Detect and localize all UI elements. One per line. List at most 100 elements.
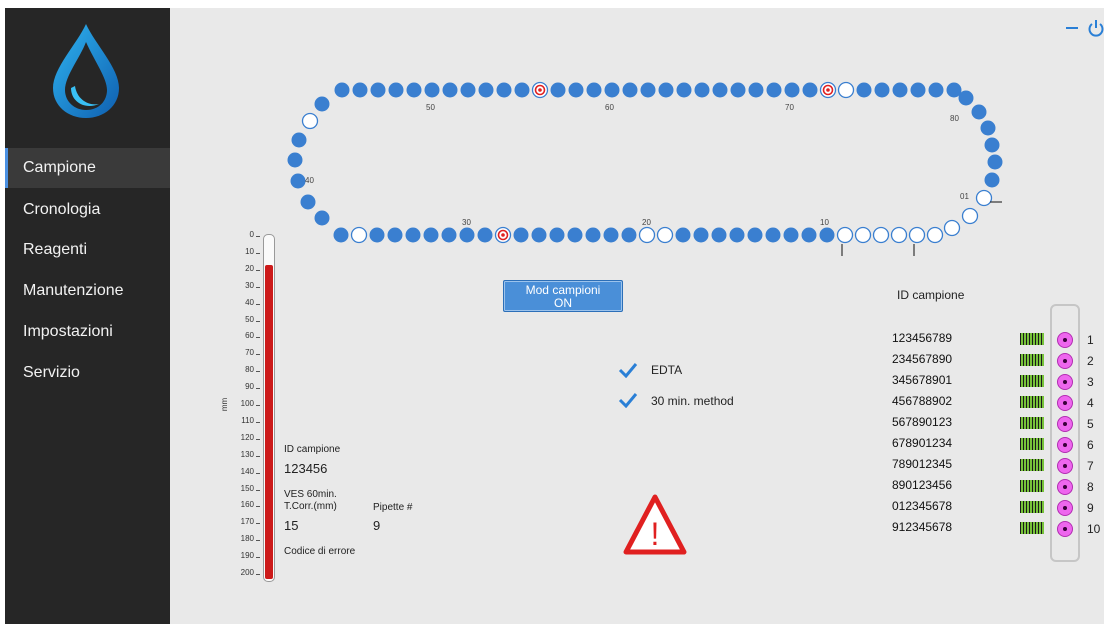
carousel-slot[interactable]: [747, 227, 763, 243]
carousel-slot[interactable]: [442, 82, 458, 98]
carousel-slot[interactable]: [872, 226, 890, 244]
carousel-slot[interactable]: [496, 82, 512, 98]
carousel-slot[interactable]: [801, 227, 817, 243]
carousel-slot[interactable]: [291, 132, 307, 148]
carousel-slot[interactable]: [350, 226, 368, 244]
sidebar-item-cronologia[interactable]: Cronologia: [5, 190, 170, 230]
carousel-slot[interactable]: [585, 227, 601, 243]
carousel-slot[interactable]: [513, 227, 529, 243]
carousel-slot[interactable]: [748, 82, 764, 98]
carousel-slot[interactable]: [314, 210, 330, 226]
carousel-slot[interactable]: [765, 227, 781, 243]
carousel-slot[interactable]: [802, 82, 818, 98]
rack-slot[interactable]: [1057, 458, 1073, 474]
sidebar-item-servizio[interactable]: Servizio: [5, 353, 170, 393]
carousel-slot[interactable]: [604, 82, 620, 98]
carousel-slot[interactable]: [676, 82, 692, 98]
carousel-slot[interactable]: [961, 207, 979, 225]
carousel-slot[interactable]: [423, 227, 439, 243]
carousel-slot[interactable]: [694, 82, 710, 98]
carousel-slot[interactable]: [603, 227, 619, 243]
carousel-slot[interactable]: [478, 82, 494, 98]
carousel-slot[interactable]: [874, 82, 890, 98]
carousel-slot[interactable]: [369, 227, 385, 243]
carousel-slot[interactable]: [640, 82, 656, 98]
sidebar-item-reagenti[interactable]: Reagenti: [5, 230, 170, 270]
rack-slot[interactable]: [1057, 521, 1073, 537]
carousel-slot[interactable]: [856, 82, 872, 98]
carousel-slot[interactable]: [531, 227, 547, 243]
carousel-slot[interactable]: [514, 82, 530, 98]
carousel-slot[interactable]: [459, 227, 475, 243]
carousel-slot[interactable]: [406, 82, 422, 98]
carousel-slot[interactable]: [908, 226, 926, 244]
carousel-slot[interactable]: [567, 227, 583, 243]
rack-slot[interactable]: [1057, 374, 1073, 390]
carousel-slot[interactable]: [836, 226, 854, 244]
carousel-slot[interactable]: [405, 227, 421, 243]
carousel-slot[interactable]: [621, 227, 637, 243]
carousel-slot[interactable]: [656, 226, 674, 244]
rack-slot[interactable]: [1057, 416, 1073, 432]
carousel-slot[interactable]: [837, 81, 855, 99]
carousel-slot[interactable]: [975, 189, 993, 207]
carousel-slot[interactable]: [693, 227, 709, 243]
carousel-slot[interactable]: [987, 154, 1003, 170]
carousel-slot[interactable]: [549, 227, 565, 243]
carousel-slot[interactable]: [352, 82, 368, 98]
carousel-slot[interactable]: [290, 173, 306, 189]
carousel-slot[interactable]: [980, 120, 996, 136]
carousel-slot[interactable]: [971, 104, 987, 120]
carousel-slot[interactable]: [675, 227, 691, 243]
rack-slot[interactable]: [1057, 437, 1073, 453]
carousel-slot[interactable]: [586, 82, 602, 98]
carousel-slot[interactable]: [333, 227, 349, 243]
carousel-slot[interactable]: [334, 82, 350, 98]
rack-slot[interactable]: [1057, 500, 1073, 516]
carousel-slot[interactable]: [928, 82, 944, 98]
sidebar-item-impostazioni[interactable]: Impostazioni: [5, 312, 170, 352]
carousel-slot[interactable]: [712, 82, 728, 98]
carousel-slot[interactable]: [729, 227, 745, 243]
carousel-slot[interactable]: [638, 226, 656, 244]
carousel-slot[interactable]: [568, 82, 584, 98]
carousel-slot[interactable]: [784, 82, 800, 98]
carousel-slot[interactable]: [926, 226, 944, 244]
carousel-slot[interactable]: [388, 82, 404, 98]
carousel-slot[interactable]: [424, 82, 440, 98]
rack-slot[interactable]: [1057, 479, 1073, 495]
carousel-slot[interactable]: [387, 227, 403, 243]
carousel-slot[interactable]: [943, 219, 961, 237]
rack-slot[interactable]: [1057, 395, 1073, 411]
carousel-slot[interactable]: [622, 82, 638, 98]
carousel-slot[interactable]: [892, 82, 908, 98]
carousel-slot[interactable]: [460, 82, 476, 98]
carousel-slot[interactable]: [370, 82, 386, 98]
carousel-slot[interactable]: [910, 82, 926, 98]
carousel-slot[interactable]: [441, 227, 457, 243]
carousel-slot[interactable]: [301, 112, 319, 130]
carousel-slot[interactable]: [711, 227, 727, 243]
carousel-slot[interactable]: [658, 82, 674, 98]
carousel-slot[interactable]: [766, 82, 782, 98]
carousel-slot[interactable]: [477, 227, 493, 243]
carousel-slot[interactable]: [854, 226, 872, 244]
sidebar-item-manutenzione[interactable]: Manutenzione: [5, 271, 170, 311]
rack-slot[interactable]: [1057, 332, 1073, 348]
carousel-slot[interactable]: [984, 137, 1000, 153]
sample-mode-button[interactable]: Mod campioni ON: [503, 280, 623, 312]
checkmark-icon[interactable]: [618, 392, 638, 408]
checkmark-icon[interactable]: [618, 362, 638, 378]
carousel-slot[interactable]: [287, 152, 303, 168]
carousel-slot[interactable]: [314, 96, 330, 112]
carousel-slot[interactable]: [783, 227, 799, 243]
rack-slot[interactable]: [1057, 353, 1073, 369]
carousel-slot[interactable]: [890, 226, 908, 244]
carousel-slot[interactable]: [819, 227, 835, 243]
carousel-slot[interactable]: [730, 82, 746, 98]
carousel-slot[interactable]: [958, 90, 974, 106]
carousel-slot[interactable]: [550, 82, 566, 98]
carousel-slot[interactable]: [300, 194, 316, 210]
sidebar-item-campione[interactable]: Campione: [5, 148, 170, 188]
carousel-slot[interactable]: [984, 172, 1000, 188]
